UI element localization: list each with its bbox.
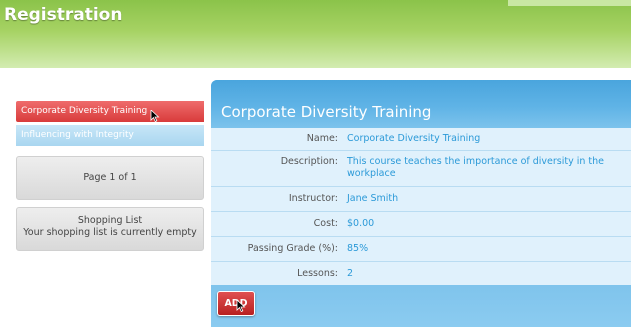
shopping-list-box: Shopping List Your shopping list is curr… xyxy=(16,207,204,251)
course-detail-footer: ADD xyxy=(211,285,631,327)
course-item-influencing-integrity[interactable]: Influencing with Integrity xyxy=(16,125,204,146)
course-detail-header: Corporate Diversity Training xyxy=(211,80,631,128)
course-item-corporate-diversity[interactable]: Corporate Diversity Training xyxy=(16,101,204,122)
pagination-text: Page 1 of 1 xyxy=(83,172,137,183)
course-detail-title: Corporate Diversity Training xyxy=(221,103,432,121)
pagination-box: Page 1 of 1 xyxy=(16,156,204,200)
detail-row-cost: Cost: $0.00 xyxy=(211,211,631,236)
shopping-list-title: Shopping List xyxy=(77,215,143,226)
course-detail-panel: Corporate Diversity Training Name: Corpo… xyxy=(211,80,631,327)
detail-value: $0.00 xyxy=(347,218,375,229)
detail-row-lessons: Lessons: 2 xyxy=(211,261,631,286)
detail-row-instructor: Instructor: Jane Smith xyxy=(211,186,631,211)
detail-label: Name: xyxy=(306,133,338,144)
page-title: Registration xyxy=(4,5,123,25)
detail-label: Passing Grade (%): xyxy=(247,243,338,254)
detail-label: Instructor: xyxy=(288,193,338,204)
mouse-cursor-icon xyxy=(150,110,160,122)
detail-value: Corporate Diversity Training xyxy=(347,133,481,144)
detail-label: Cost: xyxy=(313,218,338,229)
detail-row-passing-grade: Passing Grade (%): 85% xyxy=(211,236,631,261)
detail-label: Description: xyxy=(280,156,338,167)
shopping-list-status: Your shopping list is currently empty xyxy=(23,227,197,238)
detail-value: 2 xyxy=(347,268,354,279)
detail-label: Lessons: xyxy=(297,268,338,279)
detail-value: Jane Smith xyxy=(347,193,399,204)
course-item-label: Influencing with Integrity xyxy=(21,130,134,140)
course-detail-table: Name: Corporate Diversity Training Descr… xyxy=(211,128,631,286)
detail-value: 85% xyxy=(347,243,369,254)
detail-value: This course teaches the importance of di… xyxy=(347,156,605,179)
detail-row-name: Name: Corporate Diversity Training xyxy=(211,128,631,150)
mouse-cursor-icon xyxy=(236,300,246,312)
detail-row-description: Description: This course teaches the imp… xyxy=(211,150,631,186)
course-item-label: Corporate Diversity Training xyxy=(21,106,148,116)
header-tab-strip xyxy=(508,0,631,6)
